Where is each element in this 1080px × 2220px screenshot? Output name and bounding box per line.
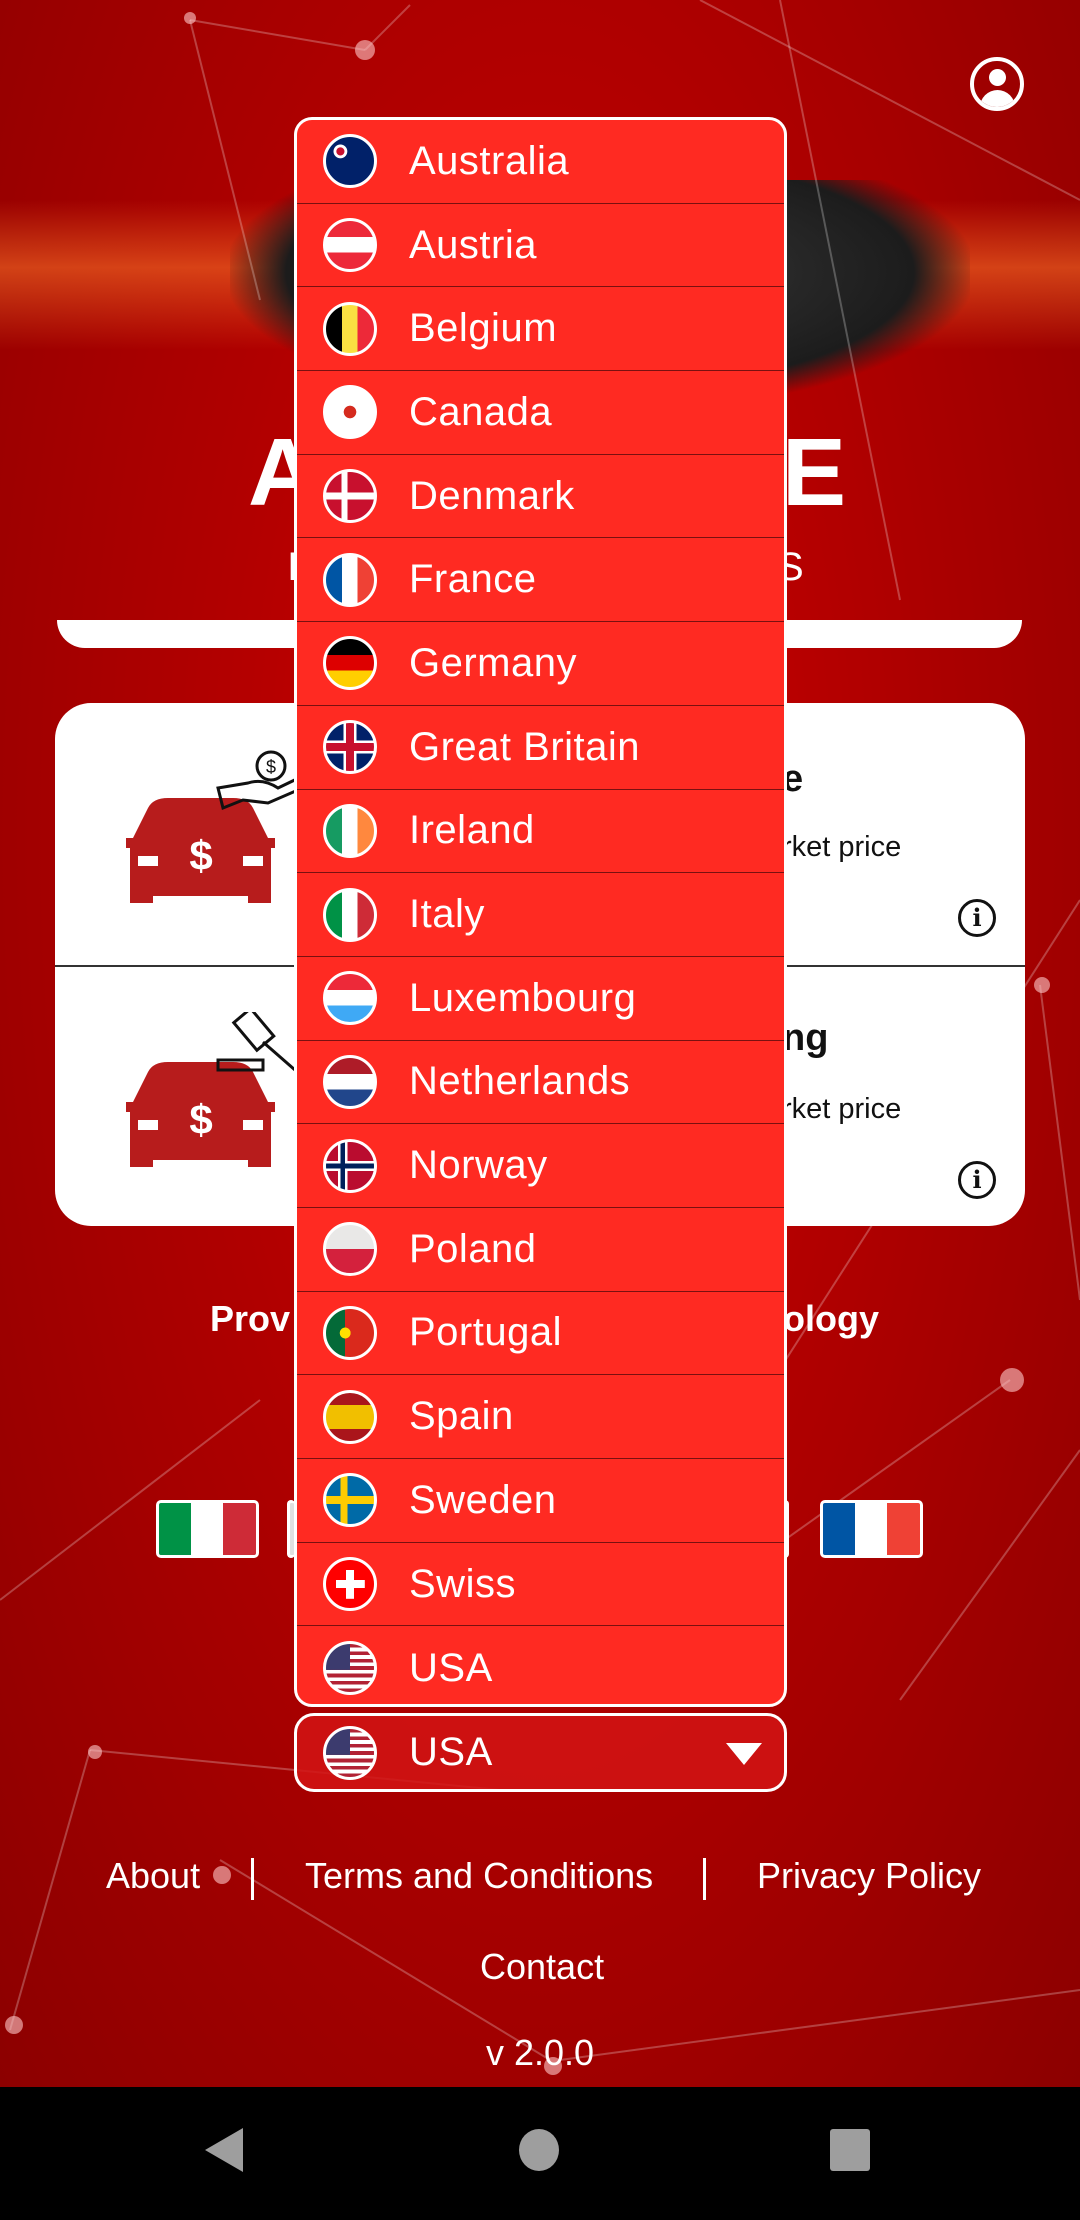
country-label: Germany [409,640,577,685]
country-option-germany[interactable]: Germany [297,622,784,706]
country-label: USA [409,1645,493,1690]
separator [703,1858,706,1900]
separator [251,1858,254,1900]
country-option-ireland[interactable]: Ireland [297,790,784,874]
country-dropdown-list[interactable]: Australia Austria Belgium Canada Denmark Fran… [294,117,787,1707]
country-label: Sweden [409,1477,557,1522]
flag-no-icon [323,1138,377,1193]
country-label: Spain [409,1394,514,1439]
country-option-australia[interactable]: Australia [297,120,784,204]
country-option-austria[interactable]: Austria [297,204,784,288]
country-label: Swiss [409,1561,516,1606]
country-option-france[interactable]: France [297,538,784,623]
svg-text:$: $ [266,757,276,777]
language-flag-italy[interactable] [156,1500,259,1558]
tagline-fragment-left: Prov [210,1298,291,1339]
flag-fr-icon [323,552,377,607]
service-title-fragment: ng [782,1017,829,1059]
country-label: Portugal [409,1310,562,1355]
country-label: Norway [409,1143,548,1188]
country-option-spain[interactable]: Spain [297,1375,784,1459]
flag-gb-icon [323,720,377,775]
flag-pt-icon [323,1305,377,1360]
app-version: v 2.0.0 [485,2032,595,2073]
flag-au-icon [323,134,377,189]
country-option-denmark[interactable]: Denmark [297,455,784,539]
system-nav-bar [0,2087,1080,2220]
contact-link[interactable]: Contact [480,1946,604,1988]
country-label: Netherlands [409,1059,631,1104]
info-icon[interactable]: i [958,899,996,937]
flag-it-icon [323,887,377,942]
country-option-sweden[interactable]: Sweden [297,1459,784,1543]
flag-pl-icon [323,1222,377,1277]
country-label: Ireland [409,808,535,853]
back-icon[interactable] [205,2128,243,2172]
recents-icon[interactable] [830,2129,870,2171]
info-icon[interactable]: i [958,1161,996,1199]
country-label: France [409,557,537,602]
country-option-luxembourg[interactable]: Luxembourg [297,957,784,1041]
language-flag-france[interactable] [820,1500,923,1558]
flag-us-icon [323,1641,377,1696]
country-option-belgium[interactable]: Belgium [297,287,784,372]
country-option-usa[interactable]: USA [297,1626,784,1704]
service-desc-fragment: rket price [782,831,902,863]
flag-at-icon [323,218,377,273]
flag-es-icon [323,1389,377,1444]
flag-be-icon [323,301,377,356]
about-link[interactable]: About [106,1855,200,1897]
country-option-netherlands[interactable]: Netherlands [297,1041,784,1125]
country-option-norway[interactable]: Norway [297,1124,784,1208]
svg-text:$: $ [189,832,212,879]
country-label: Austria [409,222,537,267]
country-option-swiss[interactable]: Swiss [297,1543,784,1627]
country-label: Poland [409,1226,537,1271]
profile-icon[interactable] [970,57,1024,111]
flag-ca-icon [323,385,377,440]
selected-country: USA [409,1730,493,1774]
country-option-canada[interactable]: Canada [297,371,784,455]
dropdown-caret-icon [726,1743,762,1765]
country-label: Great Britain [409,724,641,769]
flag-se-icon [323,1473,377,1528]
tagline-fragment-right: ology [783,1298,879,1339]
country-label: Luxembourg [409,975,637,1020]
flag-ie-icon [323,803,377,858]
country-label: Denmark [409,473,575,518]
country-option-italy[interactable]: Italy [297,873,784,957]
flag-usa-icon [323,1725,377,1780]
country-label: Canada [409,389,553,434]
country-option-poland[interactable]: Poland [297,1208,784,1292]
country-select[interactable]: USA [294,1713,787,1792]
flag-de-icon [323,636,377,691]
svg-text:$: $ [189,1096,212,1143]
country-option-portugal[interactable]: Portugal [297,1292,784,1376]
service-desc-fragment: rket price [782,1093,902,1125]
country-option-great-britain[interactable]: Great Britain [297,706,784,790]
country-label: Australia [409,138,570,183]
country-label: Italy [409,892,485,937]
terms-link[interactable]: Terms and Conditions [305,1855,653,1897]
app-title-fragment-right: E [782,419,847,526]
flag-nl-icon [323,1054,377,1109]
flag-lu-icon [323,971,377,1026]
home-icon[interactable] [519,2129,559,2171]
flag-ch-icon [323,1557,377,1612]
flag-dk-icon [323,469,377,524]
country-label: Belgium [409,306,558,351]
privacy-link[interactable]: Privacy Policy [757,1855,981,1897]
